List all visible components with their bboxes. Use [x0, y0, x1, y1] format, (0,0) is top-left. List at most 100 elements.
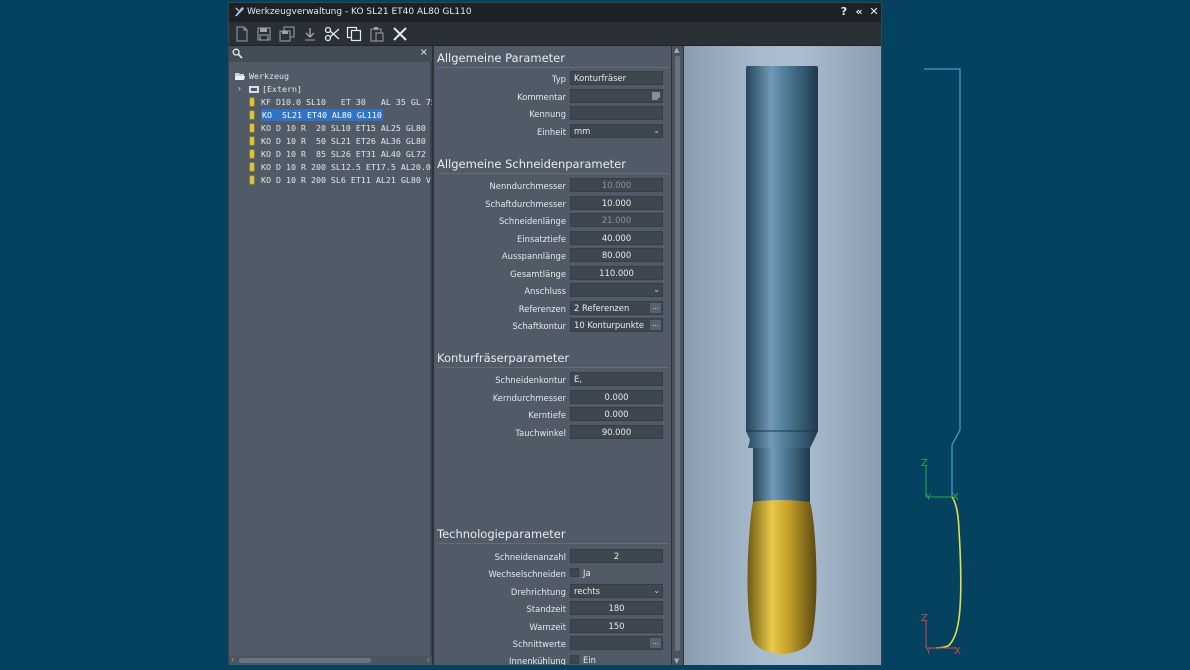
scroll-right-icon[interactable]: › — [427, 655, 430, 664]
section-divider — [437, 173, 669, 174]
tree-item[interactable]: KO D 10 R 50 SL21 ET26 AL36 GL80 — [245, 135, 432, 147]
close-button[interactable]: ✕ — [868, 6, 880, 18]
einheit-label: Einheit — [537, 127, 566, 137]
warnzeit-field[interactable]: 150 — [570, 619, 663, 633]
new-icon[interactable] — [234, 26, 250, 42]
milling-tool-icon — [249, 110, 255, 120]
kerndurchmesser-label: Kerndurchmesser — [492, 393, 566, 403]
toolbar — [229, 22, 881, 46]
milling-tool-icon — [249, 162, 255, 172]
tree-item[interactable]: KO D 10 R 200 SL12.5 ET17.5 AL20.0 — [245, 161, 432, 173]
tree-item-label: KO D 10 R 50 SL21 ET26 AL36 GL80 — [261, 136, 426, 146]
tree-item-label: KO D 10 R 85 SL26 ET31 AL40 GL72 — [261, 149, 426, 159]
kerntiefe-label: Kerntiefe — [528, 410, 566, 420]
tool-shaft — [746, 66, 818, 448]
ausspannlaenge-field[interactable]: 80.000 — [570, 248, 663, 262]
tool-3d-viewport[interactable] — [684, 46, 881, 665]
search-icon[interactable] — [232, 48, 243, 59]
save-all-icon[interactable] — [279, 26, 295, 42]
tree-horizontal-scrollbar[interactable]: ‹ › — [229, 655, 432, 665]
upper-axis-x-label: X — [952, 492, 959, 503]
delete-icon[interactable] — [392, 26, 408, 42]
tool-cutter — [747, 500, 817, 654]
paste-icon[interactable] — [369, 26, 385, 42]
kerntiefe-field[interactable]: 0.000 — [570, 407, 663, 421]
anschluss-select[interactable]: ⌄ — [570, 283, 663, 297]
chevron-down-icon[interactable]: ⌄ — [653, 585, 660, 597]
parameter-vertical-scrollbar[interactable]: ▲ ▼ — [672, 46, 683, 665]
parameter-panel: Allgemeine Parameter Typ Konturfräser Ko… — [434, 46, 671, 665]
section-heading-general: Allgemeine Parameter — [437, 51, 565, 65]
milling-tool-icon — [249, 123, 255, 133]
upper-axis-y-label: Y — [925, 493, 931, 502]
clear-search-icon[interactable]: × — [420, 47, 428, 58]
tree-item[interactable]: KF D10.0 SL10 ET 30 AL 35 GL 75 — [245, 96, 432, 108]
typ-field[interactable]: Konturfräser — [570, 71, 663, 85]
kennung-field[interactable] — [570, 106, 663, 120]
tree-node-extern-label: [Extern] — [262, 84, 302, 94]
schnittwerte-field[interactable]: ... — [570, 636, 663, 650]
cut-icon[interactable] — [324, 26, 340, 42]
wechselschneiden-checkbox[interactable]: Ja — [570, 568, 591, 578]
milling-tool-icon — [249, 136, 255, 146]
scroll-down-icon[interactable]: ▼ — [674, 657, 679, 665]
lower-axis-y-label: Y — [925, 647, 931, 656]
scrollbar-thumb[interactable] — [239, 658, 371, 663]
schaftdurchmesser-field[interactable]: 10.000 — [570, 196, 663, 210]
scroll-up-icon[interactable]: ▲ — [674, 46, 679, 54]
tauchwinkel-field[interactable]: 90.000 — [570, 425, 663, 439]
milling-tool-icon — [249, 97, 255, 107]
schaftkontur-label: Schaftkontur — [512, 321, 566, 331]
scroll-left-icon[interactable]: ‹ — [231, 655, 234, 664]
anschluss-label: Anschluss — [524, 286, 566, 296]
innenkuehlung-value: Ein — [583, 655, 596, 665]
tree-node-extern[interactable]: › [Extern] — [237, 83, 428, 95]
chevron-right-icon[interactable]: › — [237, 83, 242, 95]
tree-item[interactable]: KO D 10 R 20 SL10 ET15 AL25 GL80 — [245, 122, 432, 134]
wechselschneiden-value: Ja — [583, 568, 591, 578]
einsatztiefe-field[interactable]: 40.000 — [570, 231, 663, 245]
schaftkontur-more-button[interactable]: ... — [650, 320, 661, 330]
ausspannlaenge-label: Ausspannlänge — [501, 251, 566, 261]
referenzen-field[interactable]: 2 Referenzen ... — [570, 301, 663, 315]
drehrichtung-select[interactable]: rechts ⌄ — [570, 584, 663, 598]
title-bar[interactable]: Werkzeugverwaltung - KO SL21 ET40 AL80 G… — [229, 3, 881, 22]
tree-root-werkzeug[interactable]: Werkzeug — [233, 70, 428, 82]
chevron-down-icon[interactable]: ⌄ — [653, 125, 660, 137]
section-heading-technology: Technologieparameter — [437, 527, 566, 541]
innenkuehlung-checkbox[interactable]: Ein — [570, 655, 596, 665]
schaftkontur-field[interactable]: 10 Konturpunkte ... — [570, 318, 663, 332]
shaft-profile-line — [924, 68, 961, 497]
save-icon[interactable] — [256, 26, 272, 42]
kerndurchmesser-field[interactable]: 0.000 — [570, 390, 663, 404]
checkbox-box[interactable] — [570, 655, 579, 664]
scrollbar-thumb[interactable] — [675, 56, 680, 651]
tree-search-bar[interactable]: × — [229, 46, 432, 62]
copy-icon[interactable] — [346, 26, 362, 42]
gesamtlaenge-field[interactable]: 110.000 — [570, 266, 663, 280]
window-title: Werkzeugverwaltung - KO SL21 ET40 AL80 G… — [247, 7, 472, 17]
help-button[interactable]: ? — [838, 6, 850, 18]
standzeit-field[interactable]: 180 — [570, 601, 663, 615]
text-lines-icon[interactable] — [652, 92, 660, 100]
checkbox-box[interactable] — [570, 568, 579, 577]
typ-label: Typ — [551, 74, 566, 84]
import-icon[interactable] — [302, 26, 318, 42]
schneidenkontur-field[interactable]: E, — [570, 372, 663, 386]
referenzen-value: 2 Referenzen — [574, 303, 630, 313]
schneidenlaenge-label: Schneidenlänge — [498, 216, 566, 226]
folder-icon — [249, 86, 259, 93]
schnittwerte-label: Schnittwerte — [512, 639, 566, 649]
kommentar-field[interactable] — [570, 89, 663, 103]
schnittwerte-more-button[interactable]: ... — [650, 638, 661, 648]
einheit-select[interactable]: mm ⌄ — [570, 124, 663, 138]
collapse-button[interactable]: « — [853, 6, 865, 18]
referenzen-more-button[interactable]: ... — [650, 303, 661, 313]
tree-item-selected[interactable]: KO SL21 ET40 AL80 GL110 — [245, 109, 432, 121]
tree-item[interactable]: KO D 10 R 85 SL26 ET31 AL40 GL72 — [245, 148, 432, 160]
tree-item[interactable]: KO D 10 R 200 SL6 ET11 AL21 GL80 V — [245, 174, 432, 186]
chevron-down-icon[interactable]: ⌄ — [653, 284, 660, 296]
schneidenanzahl-field[interactable]: 2 — [570, 549, 663, 563]
einheit-value: mm — [574, 126, 591, 136]
einsatztiefe-label: Einsatztiefe — [517, 234, 566, 244]
